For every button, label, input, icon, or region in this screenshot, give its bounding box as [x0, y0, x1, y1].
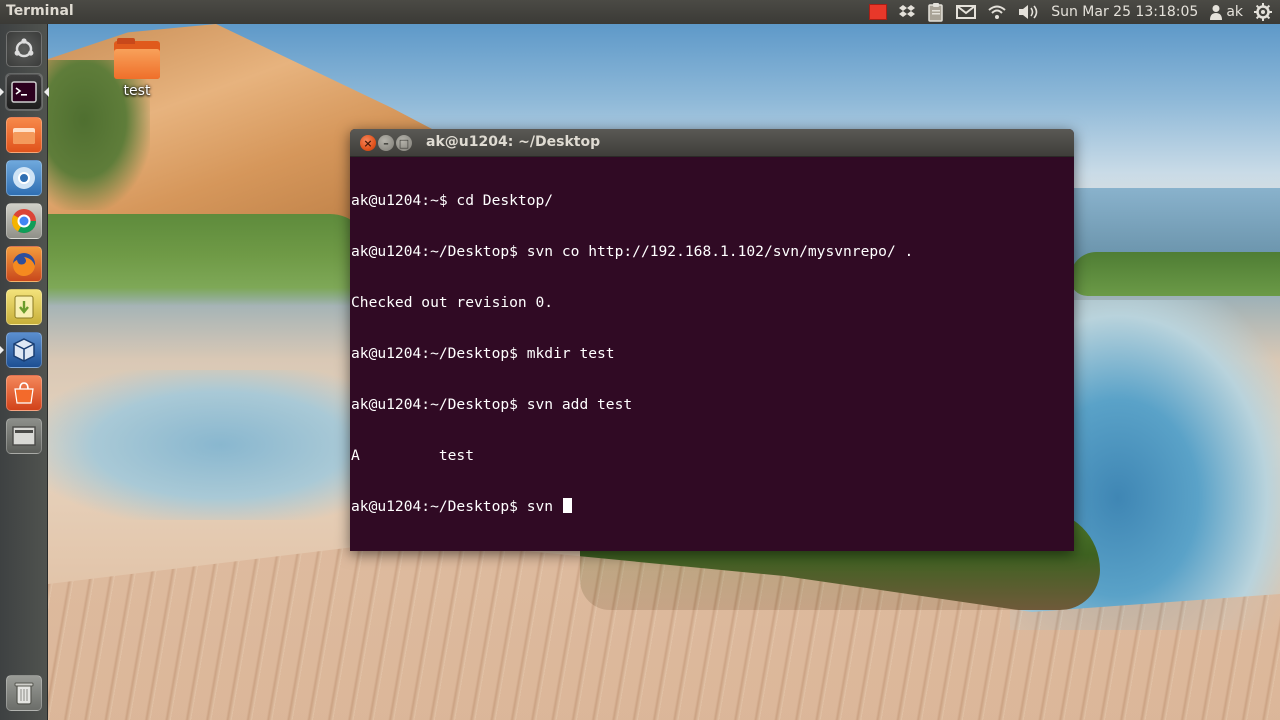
- launcher: [0, 24, 49, 720]
- software-center-icon: [6, 375, 42, 411]
- virtualbox-running-indicator: [0, 346, 4, 354]
- record-icon: [869, 4, 888, 20]
- desktop-folder-label: test: [123, 83, 151, 99]
- ubuntu-logo-icon: [6, 31, 42, 67]
- active-app-arrow: [44, 87, 49, 97]
- wallpaper-tide-pool: [40, 370, 400, 520]
- terminal-output[interactable]: ak@u1204:~$ cd Desktop/ ak@u1204:~/Deskt…: [350, 158, 1074, 551]
- launcher-virtualbox[interactable]: [5, 331, 43, 369]
- terminal-line: Checked out revision 0.: [351, 294, 554, 311]
- terminal-window[interactable]: × – □ ak@u1204: ~/Desktop ak@u1204:~$ cd…: [350, 129, 1074, 551]
- maximize-button[interactable]: □: [396, 135, 412, 151]
- user-name: ak: [1226, 4, 1243, 20]
- launcher-files[interactable]: [5, 116, 43, 154]
- active-app-title: Terminal: [6, 3, 74, 19]
- wallpaper-grass-right: [1070, 252, 1280, 296]
- folder-icon: [114, 38, 160, 79]
- launcher-chrome[interactable]: [5, 202, 43, 240]
- minimize-button[interactable]: –: [378, 135, 394, 151]
- chromium-icon: [6, 160, 42, 196]
- launcher-dash-home[interactable]: [5, 30, 43, 68]
- dropbox-icon[interactable]: [898, 0, 916, 24]
- virtualbox-icon: [6, 332, 42, 368]
- terminal-line: ak@u1204:~/Desktop$ svn co http://192.16…: [351, 243, 914, 260]
- launcher-workspace-switcher[interactable]: [5, 417, 43, 455]
- terminal-line: A test: [351, 447, 475, 464]
- user-menu[interactable]: ak: [1209, 0, 1243, 24]
- terminal-icon: [6, 74, 42, 110]
- terminal-running-indicator: [0, 88, 4, 96]
- launcher-software-center[interactable]: [5, 374, 43, 412]
- wifi-icon[interactable]: [987, 0, 1007, 24]
- record-indicator[interactable]: [869, 0, 888, 24]
- user-icon: [1210, 5, 1223, 20]
- wallpaper-grass-left: [40, 214, 370, 306]
- terminal-line: ak@u1204:~/Desktop$ svn add test: [351, 396, 633, 413]
- clipboard-icon[interactable]: [927, 0, 945, 24]
- launcher-chromium[interactable]: [5, 159, 43, 197]
- mail-icon[interactable]: [956, 0, 977, 24]
- volume-icon[interactable]: [1018, 0, 1040, 24]
- text-cursor: [562, 498, 572, 513]
- files-icon: [6, 117, 42, 153]
- clock[interactable]: Sun Mar 25 13:18:05: [1051, 0, 1198, 24]
- launcher-firefox[interactable]: [5, 245, 43, 283]
- launcher-terminal[interactable]: [5, 73, 43, 111]
- terminal-current-line[interactable]: ak@u1204:~/Desktop$ svn: [351, 498, 1074, 515]
- launcher-trash[interactable]: [5, 674, 43, 712]
- desktop-folder-test[interactable]: test: [108, 38, 166, 104]
- firefox-icon: [6, 246, 42, 282]
- terminal-line: ak@u1204:~$ cd Desktop/: [351, 192, 554, 209]
- terminal-titlebar[interactable]: × – □ ak@u1204: ~/Desktop: [350, 129, 1074, 157]
- trash-icon: [6, 675, 42, 711]
- close-button[interactable]: ×: [360, 135, 376, 151]
- top-panel: Terminal Sun Mar 25 13:18:05 ak: [0, 0, 1280, 24]
- terminal-line: ak@u1204:~/Desktop$ mkdir test: [351, 345, 615, 362]
- gear-icon[interactable]: [1254, 0, 1272, 24]
- workspace-icon: [6, 418, 42, 454]
- launcher-archive[interactable]: [5, 288, 43, 326]
- archive-icon: [6, 289, 42, 325]
- terminal-prompt-input: ak@u1204:~/Desktop$ svn: [351, 498, 562, 515]
- indicator-area: Sun Mar 25 13:18:05 ak: [869, 0, 1272, 24]
- window-title: ak@u1204: ~/Desktop: [426, 134, 601, 150]
- chrome-icon: [6, 203, 42, 239]
